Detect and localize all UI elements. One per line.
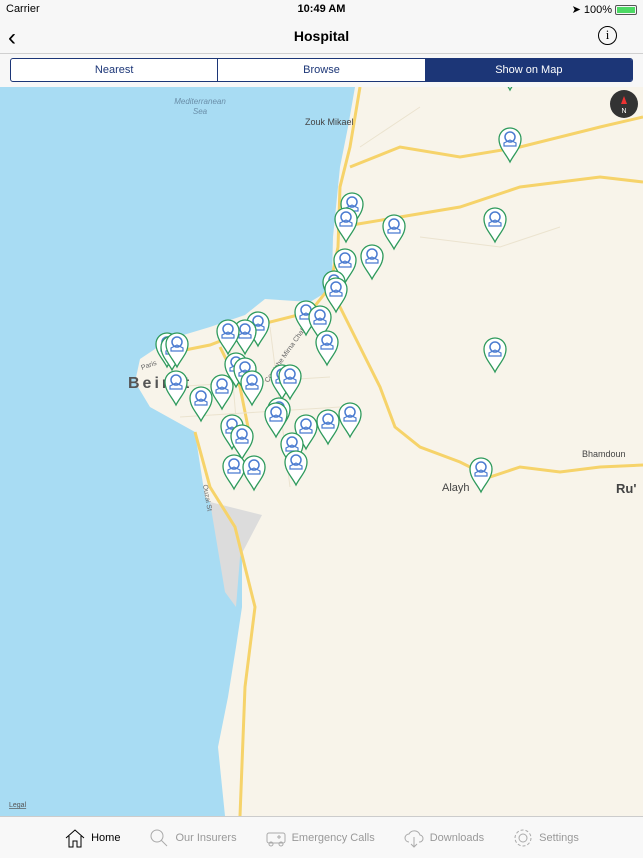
view-segmented-control: Nearest Browse Show on Map — [10, 58, 633, 82]
legal-link[interactable]: Legal — [9, 802, 27, 809]
location-icon: ➤ — [571, 4, 581, 16]
map-view[interactable]: Mediterranean Sea Zouk Mikael Beirut Ala… — [0, 87, 643, 816]
compass-button[interactable]: N — [610, 90, 638, 118]
tab-our-insurers[interactable]: Our Insurers — [134, 817, 250, 858]
tab-settings[interactable]: Settings — [498, 817, 593, 858]
map-label-ru: Ru' — [616, 481, 636, 496]
map-label-sea: Mediterranean — [174, 97, 226, 106]
segment-show-on-map[interactable]: Show on Map — [425, 59, 632, 81]
svg-text:N: N — [621, 108, 626, 115]
tab-home[interactable]: Home — [50, 817, 134, 858]
page-title: Hospital — [293, 28, 350, 44]
tab-downloads[interactable]: Downloads — [389, 817, 498, 858]
map-label-alayh: Alayh — [442, 482, 470, 494]
cloud-download-icon — [404, 829, 424, 848]
segment-browse[interactable]: Browse — [218, 59, 426, 81]
battery-percent: 100% — [583, 3, 612, 16]
clock: 10:49 AM — [297, 3, 346, 15]
ambulance-icon — [266, 832, 286, 846]
tab-label: Emergency Calls — [291, 831, 375, 844]
home-icon — [65, 828, 85, 847]
navigation-bar: ‹ Hospital i — [0, 20, 643, 54]
tab-bar: Home Our Insurers Emergency Calls Downlo… — [0, 816, 643, 858]
map-label-sea: Sea — [193, 107, 208, 116]
segment-nearest[interactable]: Nearest — [11, 59, 219, 81]
status-bar: Carrier 10:49 AM ➤ 100% — [0, 0, 643, 20]
info-button[interactable]: i — [598, 26, 617, 45]
battery-icon — [615, 4, 637, 15]
tab-emergency-calls[interactable]: Emergency Calls — [251, 817, 389, 858]
tab-label: Downloads — [429, 831, 485, 844]
search-icon — [150, 829, 168, 846]
map-label-zouk: Zouk Mikael — [305, 117, 354, 127]
tab-label: Settings — [539, 831, 579, 844]
tab-label: Our Insurers — [175, 831, 237, 844]
map-label-bhamdoun: Bhamdoun — [582, 449, 626, 459]
tab-label: Home — [91, 831, 121, 844]
gear-icon — [514, 829, 532, 846]
